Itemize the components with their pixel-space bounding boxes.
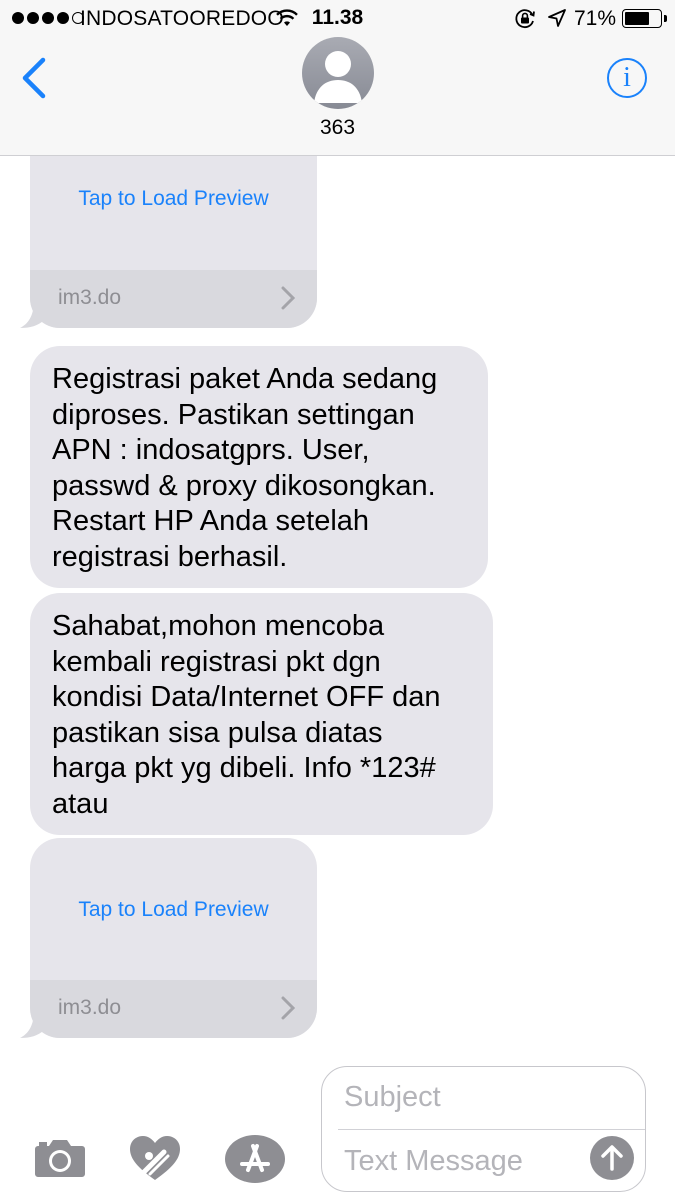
message-line: Restart HP Anda setelah [52,505,370,537]
bubble-tail [20,300,44,328]
message-bubble[interactable]: Registrasi paket Anda sedang diproses. P… [30,346,488,588]
compose-divider [338,1129,645,1130]
chevron-right-icon [281,996,295,1020]
tap-to-load-preview-link[interactable]: Tap to Load Preview [30,898,317,922]
header-content-layer: INDOSATOOREDOO 11.38 71% 363 i [0,0,675,156]
preview-domain: im3.do [58,286,122,309]
message-line: passwd & proxy dikosongkan. [52,469,436,502]
battery-percentage: 71% [574,7,617,30]
battery-icon [622,9,667,28]
status-bar-layer: INDOSATOOREDOO 11.38 71% [0,0,675,36]
orientation-lock-icon [515,9,535,29]
person-icon [314,51,362,103]
message-line: kembali registrasi pkt dgn [52,645,381,678]
compose-box[interactable] [321,1066,646,1192]
link-preview-bubble[interactable]: Tap to Load Preview im3.do [30,126,317,328]
send-button[interactable] [590,1136,634,1180]
message-line: kondisi Data/Internet OFF dan [52,681,441,713]
contact-avatar[interactable] [302,37,374,109]
send-arrow-up-icon [601,1145,623,1171]
digital-touch-heart-icon[interactable] [128,1134,182,1184]
info-button[interactable]: i [607,58,647,98]
app-store-icon[interactable] [224,1134,286,1184]
back-button[interactable] [18,56,52,100]
message-line: Sahabat,mohon mencoba [52,610,385,642]
message-line: atau [52,787,109,820]
subject-input[interactable] [344,1081,584,1114]
message-line: APN : indosatgprs. User, [52,434,370,466]
chevron-right-icon [281,286,295,310]
message-line: registrasi berhasil. [52,540,288,573]
preview-footer[interactable]: im3.do [30,270,317,328]
preview-footer[interactable]: im3.do [30,980,317,1038]
message-bubble[interactable]: Sahabat,mohon mencoba kembali registrasi… [30,593,493,835]
bubble-tail [20,1010,44,1038]
message-line: harga pkt yg dibeli. Info *123# [52,752,436,784]
tap-to-load-preview-link[interactable]: Tap to Load Preview [30,187,317,211]
contact-name[interactable]: 363 [0,116,675,140]
message-line: diproses. Pastikan settingan [52,398,415,431]
message-line: Registrasi paket Anda sedang [52,363,438,395]
location-icon [548,9,566,27]
link-preview-bubble[interactable]: Tap to Load Preview im3.do [30,838,317,1038]
message-input[interactable] [344,1145,584,1178]
message-line: pastikan sisa pulsa diatas [52,716,383,749]
camera-icon[interactable] [34,1136,86,1178]
preview-domain: im3.do [58,996,122,1019]
